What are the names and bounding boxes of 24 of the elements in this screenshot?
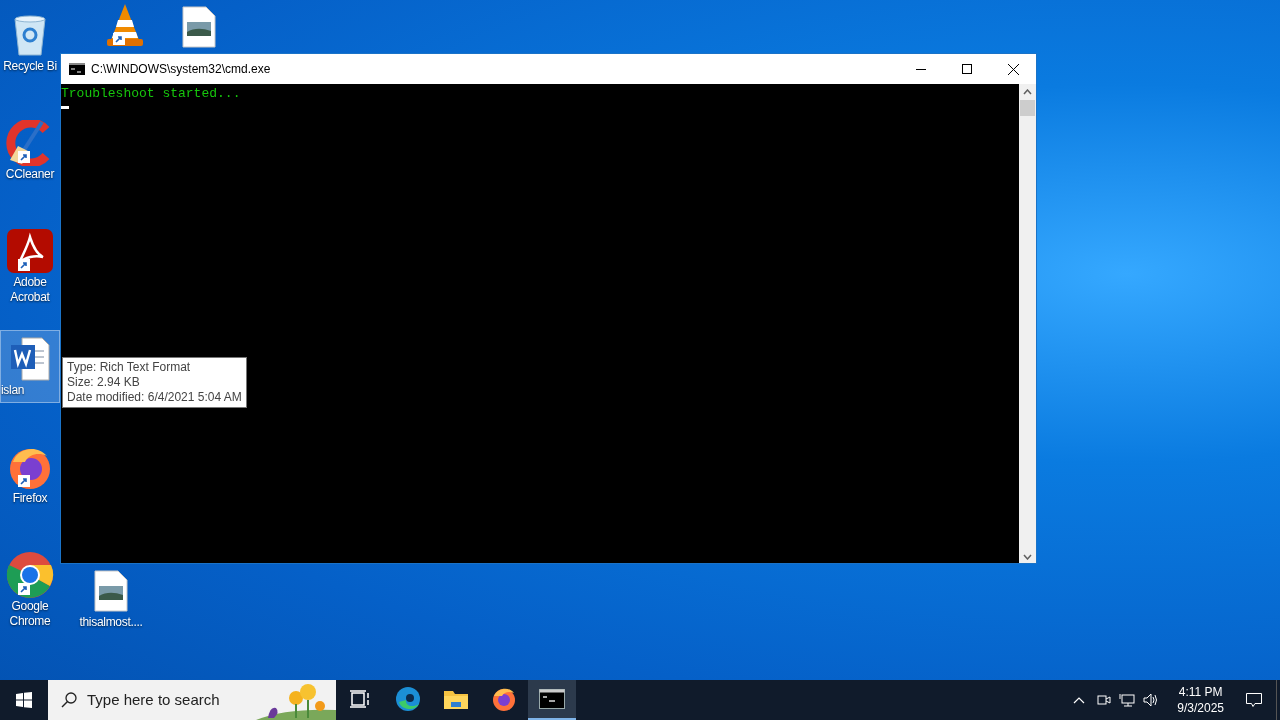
desktop-icon-label: islan [1, 383, 25, 398]
desktop-icon[interactable]: Recycle Bi [0, 6, 60, 79]
search-box[interactable]: Type here to search [48, 680, 336, 720]
desktop-icon-label: Recycle Bi [3, 59, 57, 74]
window-title: C:\WINDOWS\system32\cmd.exe [91, 61, 271, 78]
desktop-icon-label: thisalmost.... [79, 615, 143, 630]
desktop-icon[interactable]: Adobe Acrobat [0, 222, 60, 310]
tooltip-line: Type: Rich Text Format [67, 360, 192, 375]
tooltip-line: Date modified: 6/4/2021 5:04 AM [67, 390, 242, 405]
desktop-icon[interactable]: islan [0, 330, 60, 403]
desktop-icon-label: Google Chrome [8, 599, 52, 629]
console-line: Troubleshoot started... [61, 86, 241, 102]
desktop-icon[interactable]: Google Chrome [0, 546, 60, 634]
search-field[interactable]: Type here to search [87, 688, 247, 712]
tooltip-line: Size: 2.94 KB [67, 375, 141, 390]
desktop-icon[interactable]: CCleaner [0, 114, 60, 187]
clock-date: 9/3/2025 [1177, 700, 1224, 716]
desktop-icon-label: Adobe Acrobat [9, 275, 51, 305]
clock[interactable]: 4:11 PM 9/3/2025 [1169, 684, 1232, 716]
desktop-icon[interactable]: Firefox [0, 438, 60, 511]
desktop-icon[interactable]: thisalmost.... [74, 562, 148, 635]
clock-time: 4:11 PM [1178, 684, 1223, 700]
desktop-icon-label: CCleaner [5, 167, 55, 182]
desktop-icon-label: Firefox [12, 491, 48, 506]
